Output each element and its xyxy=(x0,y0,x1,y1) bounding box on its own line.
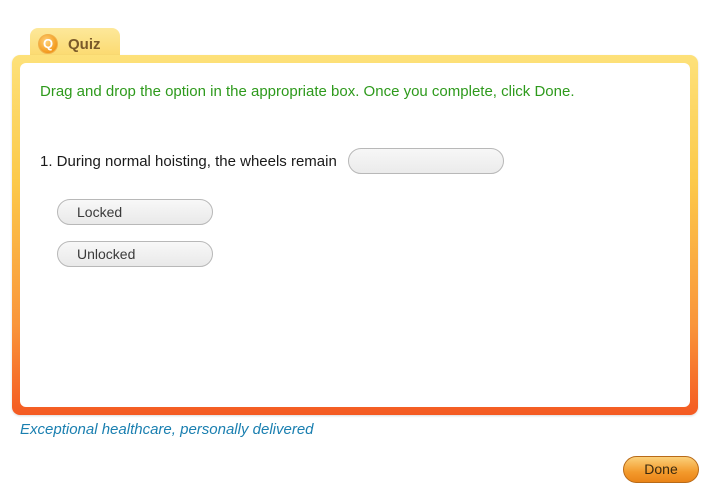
option-locked[interactable]: Locked xyxy=(57,199,213,225)
quiz-q-icon: Q xyxy=(38,34,58,54)
question-text: 1. During normal hoisting, the wheels re… xyxy=(40,153,337,170)
quiz-tab-label: Quiz xyxy=(68,36,101,53)
done-button[interactable]: Done xyxy=(623,456,699,483)
instruction-text: Drag and drop the option in the appropri… xyxy=(40,83,575,100)
tagline-text: Exceptional healthcare, personally deliv… xyxy=(20,421,314,438)
quiz-icon-glyph: Q xyxy=(42,36,54,51)
quiz-panel: Drag and drop the option in the appropri… xyxy=(20,63,690,407)
option-unlocked[interactable]: Unlocked xyxy=(57,241,213,267)
quiz-frame: Drag and drop the option in the appropri… xyxy=(12,55,698,415)
quiz-page: Q Quiz Drag and drop the option in the a… xyxy=(0,0,707,491)
answer-drop-box[interactable] xyxy=(348,148,504,174)
